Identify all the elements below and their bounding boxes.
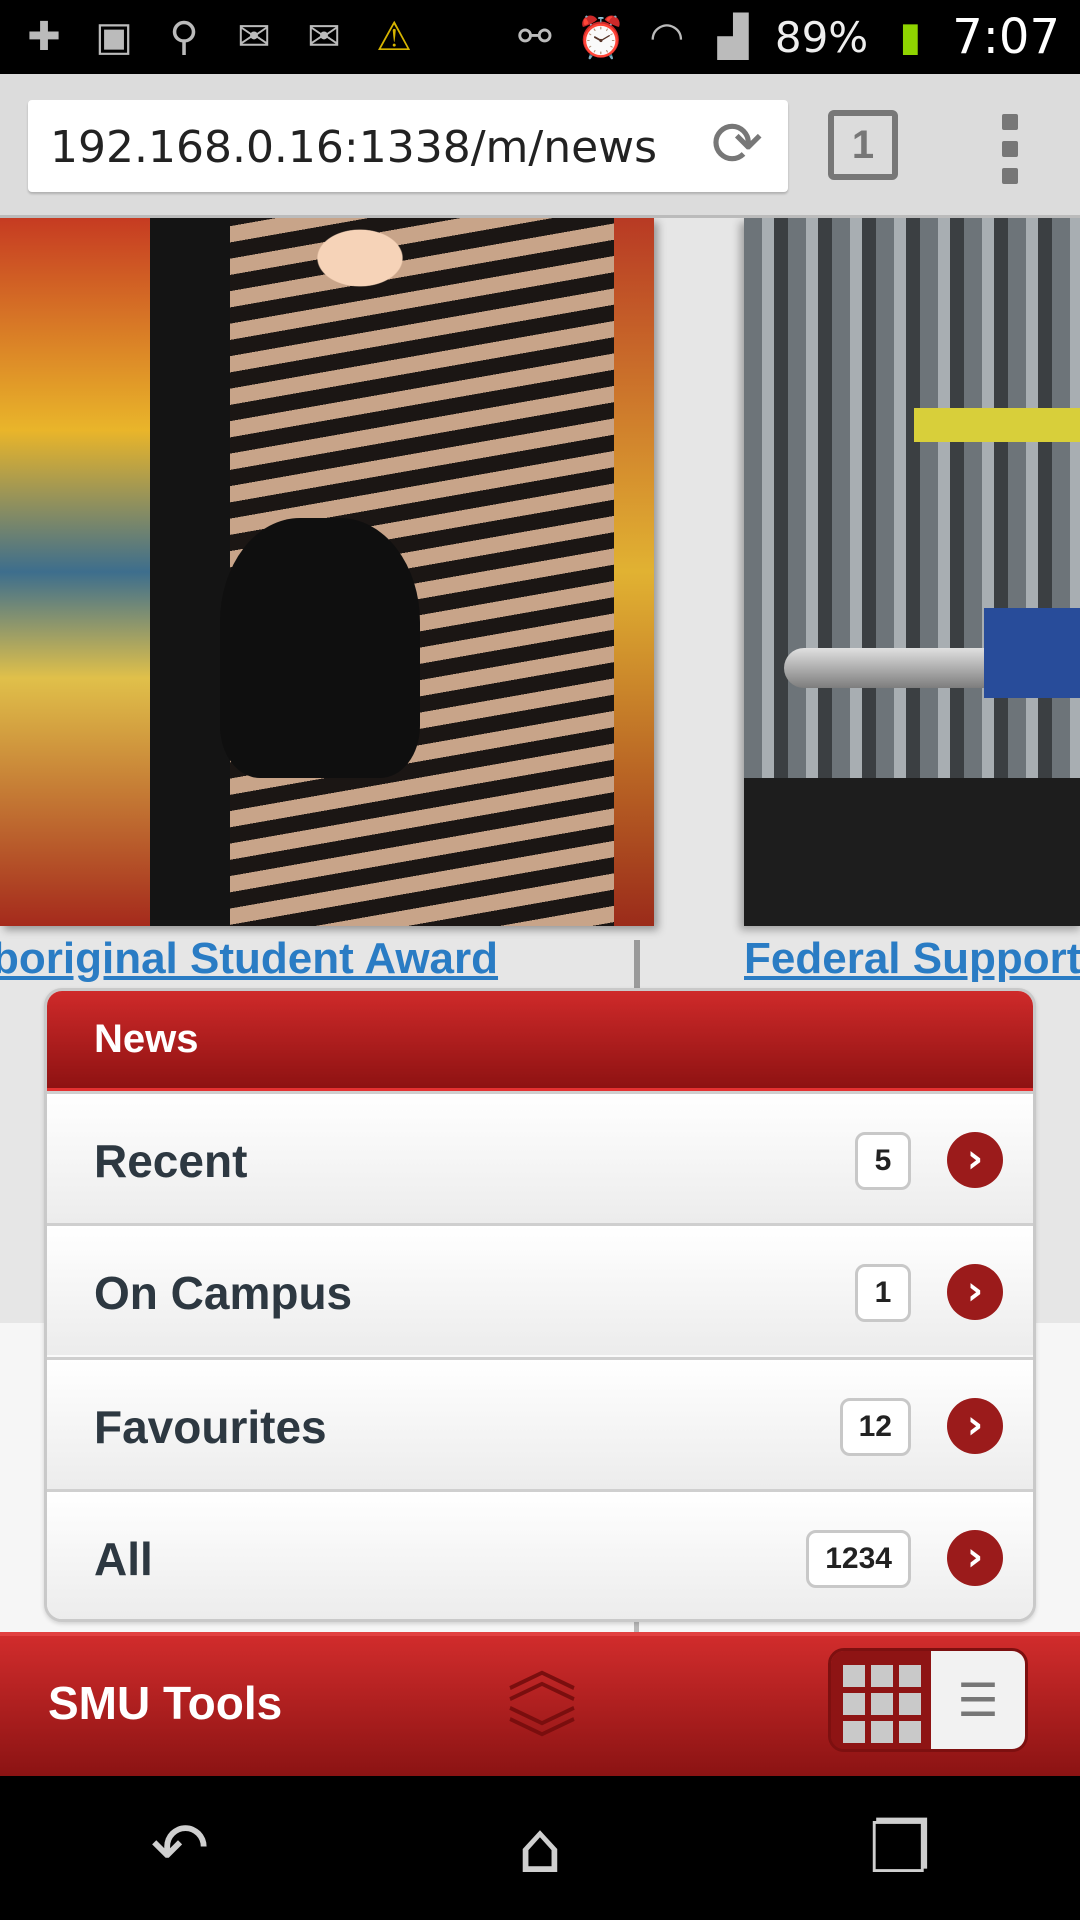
list-view-icon[interactable]: ☰ — [931, 1651, 1025, 1749]
page-content: boriginal Student Award Federal Support … — [0, 218, 1080, 1632]
reload-icon[interactable]: ⟳ — [702, 110, 772, 180]
row-label: All — [94, 1533, 153, 1585]
voicemail-icon: ⚲ — [169, 15, 199, 59]
gmail-icon: ✉ — [237, 15, 271, 59]
news-header: News — [47, 991, 1033, 1091]
chevron-right-icon: › — [947, 1398, 1003, 1454]
home-icon[interactable]: ⌂ — [480, 1798, 600, 1898]
count-badge: 1234 — [806, 1530, 911, 1588]
warning-icon: ⚠ — [376, 15, 412, 59]
chevron-down-icon: ︾ — [507, 1700, 577, 1782]
row-label: Recent — [94, 1135, 248, 1187]
news-menu: News Recent 5 › On Campus 1 › Favourites… — [44, 988, 1036, 1622]
carousel-image-federal-support[interactable] — [744, 218, 1080, 926]
carousel-image-student-award[interactable] — [0, 218, 654, 926]
battery-icon: ▮ — [899, 14, 922, 60]
screen: ✚ ▣ ⚲ ✉ ✉ ⚠ ⚯ ⏰ ◠ ▟ 89% ▮ 7:07 192.168.0… — [0, 0, 1080, 1920]
chevron-right-icon: › — [947, 1264, 1003, 1320]
tools-bar: SMU Tools ︽ ︾ ☰ — [0, 1632, 1080, 1776]
news-title: News — [94, 1017, 199, 1061]
mail-icon: ✉ — [307, 15, 341, 59]
count-badge: 12 — [839, 1398, 911, 1456]
view-toggle: ☰ — [828, 1648, 1028, 1752]
tools-title: SMU Tools — [48, 1677, 283, 1729]
tab-switcher-button[interactable]: 1 — [828, 110, 898, 180]
count-badge: 5 — [855, 1132, 911, 1190]
wifi-icon: ◠ — [649, 14, 685, 60]
battery-percent: 89% — [774, 12, 869, 62]
carousel-caption-link[interactable]: boriginal Student Award — [0, 934, 498, 984]
grid-view-icon[interactable] — [831, 1651, 931, 1749]
news-row-recent[interactable]: Recent 5 › — [47, 1091, 1033, 1223]
usb-icon: ⚯ — [518, 14, 552, 60]
alarm-icon: ⏰ — [575, 14, 626, 61]
overflow-menu-icon[interactable] — [1000, 114, 1020, 184]
url-text: 192.168.0.16:1338/m/news — [50, 122, 658, 173]
clock: 7:07 — [952, 9, 1060, 65]
url-field[interactable]: 192.168.0.16:1338/m/news ⟳ — [28, 100, 788, 192]
image-icon: ▣ — [95, 15, 133, 59]
chevron-up-icon: ︽ — [507, 1630, 577, 1712]
status-bar: ✚ ▣ ⚲ ✉ ✉ ⚠ ⚯ ⏰ ◠ ▟ 89% ▮ 7:07 — [0, 0, 1080, 74]
recent-apps-icon[interactable]: ❐ — [840, 1798, 960, 1898]
news-row-on-campus[interactable]: On Campus 1 › — [47, 1223, 1033, 1355]
add-icon: ✚ — [27, 15, 61, 59]
signal-icon: ▟ — [717, 14, 749, 60]
news-row-all[interactable]: All 1234 › — [47, 1489, 1033, 1619]
news-row-favourites[interactable]: Favourites 12 › — [47, 1357, 1033, 1489]
navigation-bar: ↶ ⌂ ❐ — [0, 1776, 1080, 1920]
back-icon[interactable]: ↶ — [120, 1798, 240, 1898]
expand-collapse-handle[interactable]: ︽ ︾ — [500, 1630, 584, 1782]
browser-toolbar: 192.168.0.16:1338/m/news ⟳ 1 — [0, 74, 1080, 218]
count-badge: 1 — [855, 1264, 911, 1322]
chevron-right-icon: › — [947, 1530, 1003, 1586]
carousel-caption-link[interactable]: Federal Support — [744, 934, 1080, 984]
row-label: On Campus — [94, 1267, 353, 1319]
chevron-right-icon: › — [947, 1132, 1003, 1188]
row-label: Favourites — [94, 1401, 327, 1453]
